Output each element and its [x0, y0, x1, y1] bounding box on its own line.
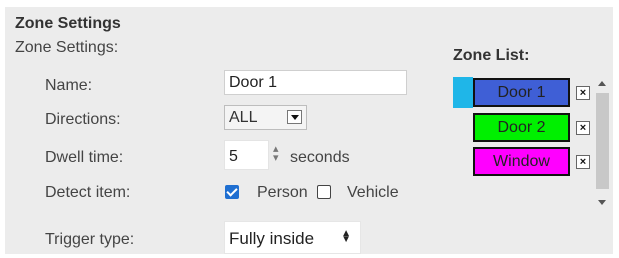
person-checkbox[interactable] [225, 185, 239, 199]
zone-list-label: Zone List: [453, 47, 530, 64]
zone-list-scrollbar[interactable] [596, 77, 609, 207]
name-input[interactable] [224, 70, 407, 95]
directions-value: ALL [229, 109, 258, 126]
panel-title: Zone Settings [15, 15, 121, 32]
scroll-thumb[interactable] [596, 93, 609, 189]
vehicle-label: Vehicle [347, 184, 399, 201]
delete-zone-door-1-icon[interactable]: × [576, 86, 590, 100]
spinner-arrows-icon[interactable]: ▴ ▾ [273, 144, 279, 164]
name-label: Name: [45, 77, 93, 94]
directions-label: Directions: [45, 111, 121, 128]
chevron-down-icon[interactable] [287, 110, 302, 124]
select-arrows-icon: ▲ ▼ [341, 228, 351, 245]
person-label: Person [257, 184, 308, 201]
zone-item-window[interactable]: Window [473, 147, 570, 176]
directions-select[interactable]: ALL [224, 105, 307, 130]
scroll-down-icon[interactable] [598, 200, 606, 205]
dwell-unit: seconds [290, 149, 350, 166]
trigger-label: Trigger type: [45, 231, 135, 248]
zone-listbox[interactable]: Door 1 × Door 2 × Window × [453, 75, 609, 208]
detect-label: Detect item: [45, 184, 131, 201]
zone-item-door-1[interactable]: Door 1 [473, 78, 570, 107]
zone-item-door-2[interactable]: Door 2 [473, 113, 570, 142]
delete-zone-door-2-icon[interactable]: × [576, 121, 590, 135]
vehicle-checkbox[interactable] [317, 185, 331, 199]
trigger-value: Fully inside [229, 229, 315, 248]
delete-zone-window-icon[interactable]: × [576, 155, 590, 169]
dwell-input[interactable]: 5 [224, 140, 269, 170]
selection-highlight [453, 77, 473, 108]
scroll-up-icon[interactable] [598, 81, 606, 86]
zone-settings-panel: Zone Settings Zone Settings: Name: Direc… [5, 7, 613, 254]
dwell-label: Dwell time: [45, 149, 124, 166]
form-subtitle: Zone Settings: [15, 39, 119, 56]
trigger-select[interactable]: Fully inside ▲ ▼ [224, 221, 361, 254]
